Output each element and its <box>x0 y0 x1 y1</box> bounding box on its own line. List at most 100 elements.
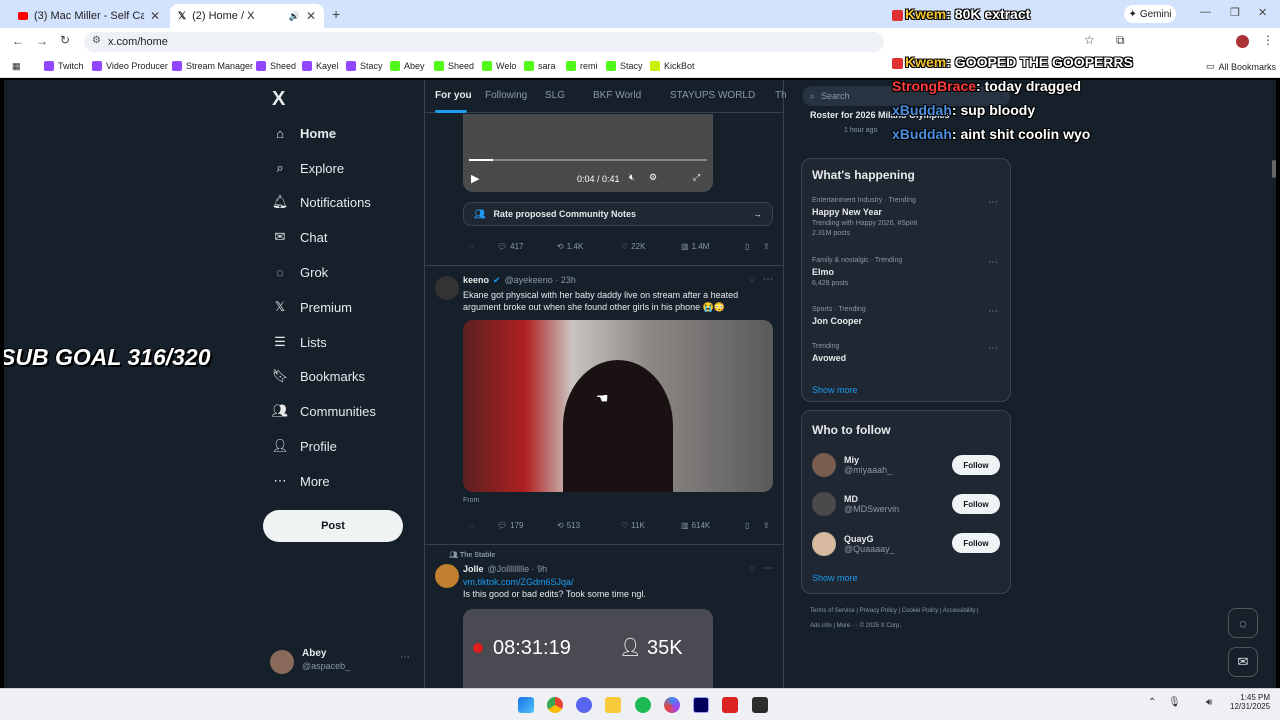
spotify-icon[interactable] <box>635 697 651 713</box>
author-name[interactable]: keeno <box>463 275 489 286</box>
bookmark-item[interactable]: Welo <box>482 61 516 71</box>
reload-button[interactable]: ↻ <box>60 33 70 47</box>
tab-slg[interactable]: SLG <box>545 90 565 101</box>
show-more-link[interactable]: Show more <box>812 573 858 583</box>
clock[interactable]: 1:45 PM 12/31/2025 <box>1230 693 1270 711</box>
trend-item[interactable]: Sports · Trending Jon Cooper <box>812 306 866 326</box>
bookmark-item[interactable]: Stream Manager <box>172 61 253 71</box>
sidebar-item-more[interactable]: ⋯ More <box>272 473 330 489</box>
bookmark-icon[interactable]: ▯ <box>745 242 749 251</box>
settings-icon[interactable]: ⚙ <box>649 172 657 183</box>
grok-icon[interactable]: ◌ <box>469 242 474 251</box>
more-icon[interactable]: ⋯ <box>988 257 998 268</box>
sidebar-item-explore[interactable]: ⌕ Explore <box>272 160 344 176</box>
more-icon[interactable]: ⋯ <box>988 343 998 354</box>
tab-bkf-world[interactable]: BKF World <box>593 90 641 101</box>
app-icon[interactable] <box>722 697 738 713</box>
author-handle[interactable]: @ayekeeno · 23h <box>505 275 576 286</box>
folder-icon[interactable] <box>605 697 621 713</box>
scrollbar[interactable] <box>1272 160 1276 178</box>
bookmark-item[interactable]: Stacy <box>346 61 383 71</box>
messages-button[interactable]: ✉ <box>1228 647 1258 677</box>
bookmark-item[interactable]: Kayel <box>302 61 339 71</box>
footer-links[interactable]: Terms of Service | Privacy Policy | Cook… <box>810 604 990 634</box>
tab-stayups-world[interactable]: STAYUPS WORLD <box>670 90 755 101</box>
volume-icon[interactable]: 🔊︎ <box>1206 697 1212 708</box>
trend-item[interactable]: Entertainment Industry · Trending Happy N… <box>812 197 917 237</box>
discord-icon[interactable] <box>576 697 592 713</box>
chrome-icon[interactable] <box>547 697 563 713</box>
community-context[interactable]: 👥︎ The Stable <box>449 551 495 559</box>
apps-icon[interactable]: ▦ <box>12 61 21 72</box>
tab-for-you[interactable]: For you <box>435 90 472 101</box>
grok-icon[interactable]: ◌ <box>749 274 755 285</box>
tab-youtube[interactable]: (3) Mac Miller - Self Care - You ✕ <box>10 4 168 28</box>
premiere-icon[interactable] <box>693 697 709 713</box>
x-logo[interactable]: X <box>272 88 285 111</box>
bookmark-item[interactable]: Video Producer <box>92 61 168 71</box>
menu-icon[interactable]: ⋮ <box>1262 33 1274 47</box>
all-bookmarks[interactable]: ▭ All Bookmarks <box>1206 61 1276 72</box>
avatar[interactable] <box>435 276 459 300</box>
grok-icon[interactable]: ◌ <box>749 563 755 574</box>
gemini-button[interactable]: ✦ Gemini <box>1124 5 1176 23</box>
video-player[interactable]: ▶ 0:04 / 0:41 🔇︎ ⚙ ⤢ <box>463 114 713 192</box>
views-button[interactable]: ▥ 614K <box>681 521 710 530</box>
close-icon[interactable]: ✕ <box>150 9 160 23</box>
play-icon[interactable]: ▶ <box>471 172 479 185</box>
show-more-link[interactable]: Show more <box>812 385 858 395</box>
sidebar-item-chat[interactable]: ✉ Chat <box>272 229 328 245</box>
forward-button[interactable]: → <box>36 34 48 48</box>
sidebar-item-communities[interactable]: 👥︎ Communities <box>272 403 376 419</box>
video-progress[interactable] <box>469 159 707 161</box>
grok-button[interactable]: ◌ <box>1228 608 1258 638</box>
maximize-button[interactable]: ❐ <box>1230 6 1240 19</box>
trend-item[interactable]: Family & nostalgic · Trending Elmo 6,428 p… <box>812 257 902 287</box>
copilot-icon[interactable] <box>664 697 680 713</box>
new-tab-button[interactable]: + <box>332 6 340 22</box>
sidebar-item-bookmarks[interactable]: 🔖︎ Bookmarks <box>272 368 365 384</box>
community-notes-button[interactable]: 👥︎ Rate proposed Community Notes → <box>463 202 773 226</box>
views-button[interactable]: ▥ 1.4M <box>681 242 709 251</box>
speaker-icon[interactable]: 🔊 <box>289 11 300 22</box>
minimize-button[interactable]: — <box>1200 6 1211 18</box>
bookmark-icon[interactable]: ▯ <box>745 521 749 530</box>
account-switcher[interactable]: Abey @aspaceb_ ⋯ <box>270 646 420 678</box>
share-icon[interactable]: ⇪ <box>763 521 770 530</box>
share-icon[interactable]: ⇪ <box>763 242 770 251</box>
reply-button[interactable]: 💬︎ 417 <box>497 242 524 251</box>
sidebar-item-profile[interactable]: 👤︎ Profile <box>272 438 337 454</box>
more-icon[interactable]: ⋯ <box>763 274 773 285</box>
like-button[interactable]: ♡ 11K <box>621 521 645 530</box>
more-icon[interactable]: ⋯ <box>763 563 773 574</box>
fullscreen-icon[interactable]: ⤢ <box>693 172 700 183</box>
tab-x-home[interactable]: 𝕏 (2) Home / X 🔊 ✕ <box>170 4 324 28</box>
bookmark-item[interactable]: KickBot <box>650 61 695 71</box>
reply-button[interactable]: 💬︎ 179 <box>497 521 524 530</box>
chevron-up-icon[interactable]: ⌃ <box>1148 697 1156 708</box>
bookmark-item[interactable]: Abey <box>390 61 425 71</box>
close-icon[interactable]: ✕ <box>306 9 316 23</box>
sidebar-item-premium[interactable]: 𝕏 Premium <box>272 299 352 315</box>
repost-button[interactable]: ⟲ 513 <box>557 521 580 530</box>
app-icon[interactable] <box>752 697 768 713</box>
mic-icon[interactable]: 🎙︎ <box>1168 697 1181 708</box>
bookmark-item[interactable]: Stacy <box>606 61 643 71</box>
bookmark-item[interactable]: sara <box>524 61 556 71</box>
more-icon[interactable]: ⋯ <box>988 197 998 208</box>
follow-button[interactable]: Follow <box>952 455 1000 475</box>
bookmark-item[interactable]: Sheed <box>256 61 296 71</box>
post-video[interactable]: 08:31:19 👤︎ 35K <box>463 609 713 688</box>
follow-button[interactable]: Follow <box>952 494 1000 514</box>
post-link[interactable]: vm.tiktok.com/ZGdm6SJqa/ <box>463 577 574 587</box>
extensions-icon[interactable]: ⧉ <box>1116 33 1125 48</box>
address-bar[interactable]: ⚙ x.com/home <box>84 32 884 52</box>
grok-icon[interactable]: ◌ <box>469 521 474 530</box>
more-icon[interactable]: ⋯ <box>400 652 410 663</box>
like-button[interactable]: ♡ 22K <box>621 242 645 251</box>
bookmark-item[interactable]: Sheed <box>434 61 474 71</box>
avatar[interactable] <box>435 564 459 588</box>
start-icon[interactable] <box>518 697 534 713</box>
sidebar-item-grok[interactable]: ◌ Grok <box>272 264 328 280</box>
star-icon[interactable]: ☆ <box>1084 33 1095 47</box>
